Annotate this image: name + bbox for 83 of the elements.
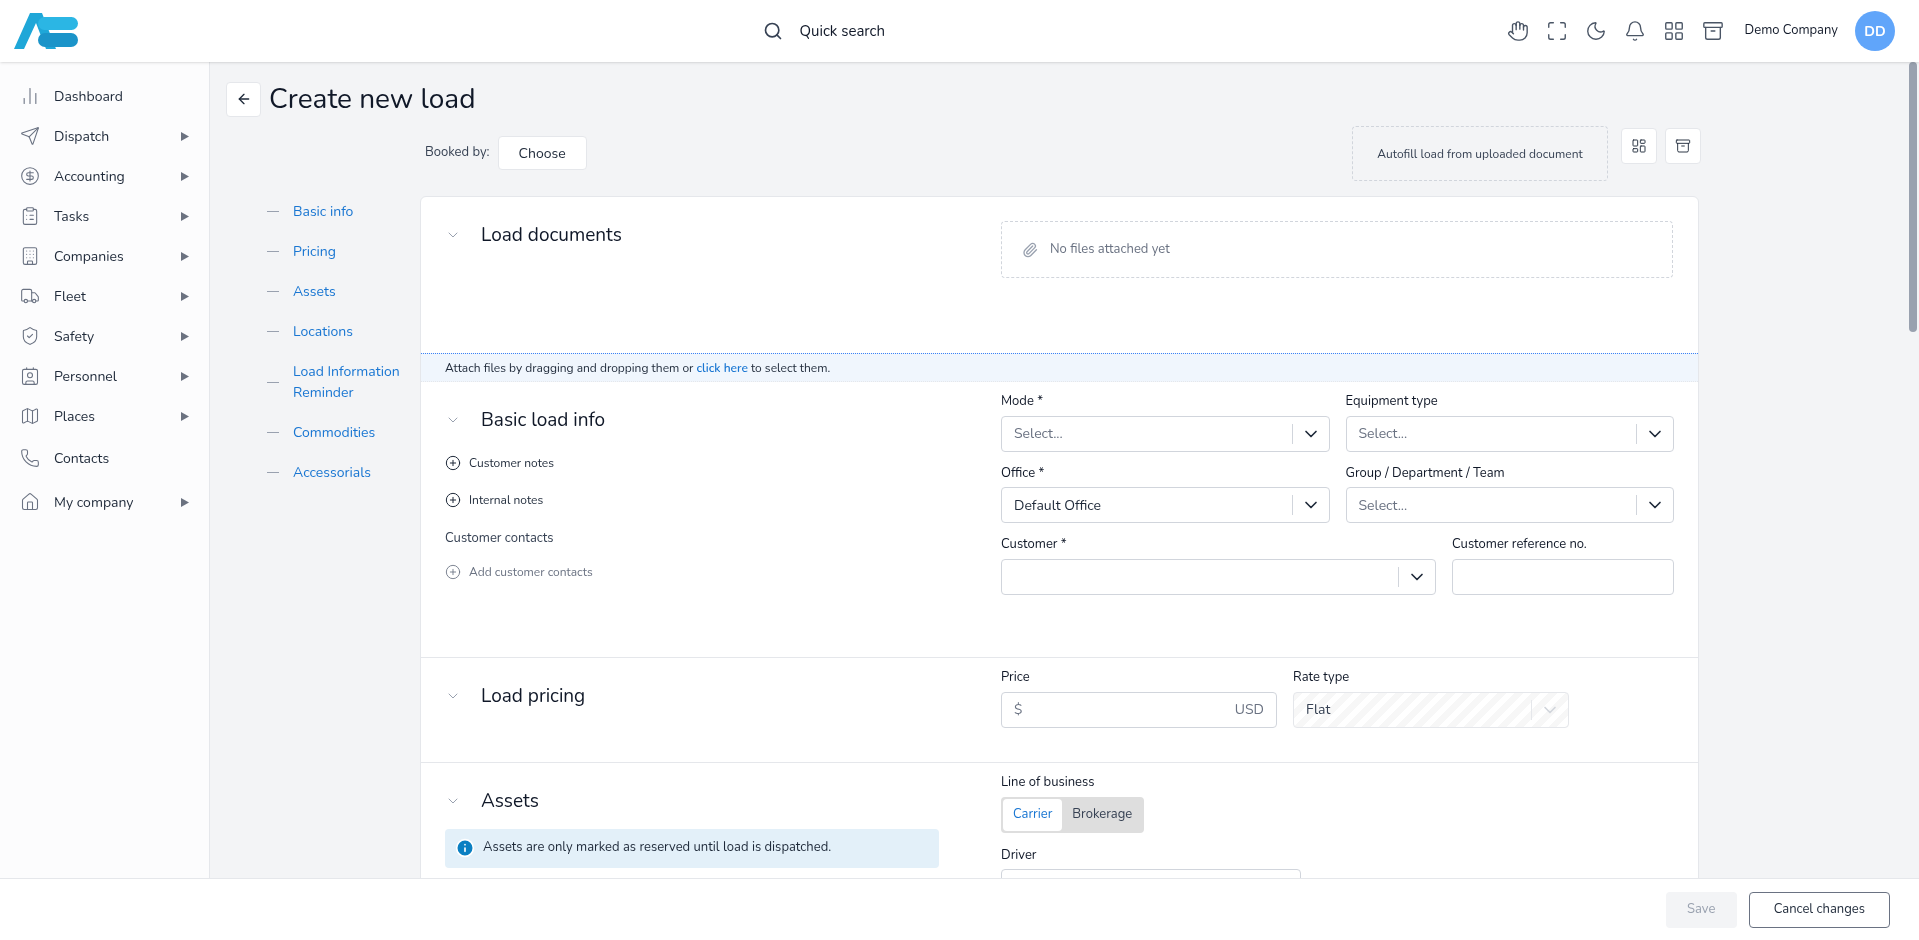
layout-icon (1631, 138, 1647, 154)
add-contacts-button[interactable]: Add customer contacts (445, 563, 1001, 581)
segment-option[interactable]: Carrier (1003, 798, 1063, 831)
sidebar-item-icon (20, 286, 40, 306)
booked-by-label: Booked by: (425, 143, 490, 163)
paperclip-icon (1022, 241, 1038, 258)
bell-icon[interactable] (1623, 20, 1646, 42)
fullscreen-icon[interactable] (1545, 20, 1568, 42)
company-name[interactable]: Demo Company (1744, 21, 1838, 41)
select-field[interactable]: Select... (1345, 415, 1674, 452)
plus-circle-icon (445, 564, 461, 580)
sidebar-item-icon (20, 366, 40, 386)
select-field[interactable] (1001, 558, 1436, 595)
section-nav-link[interactable]: Basic info (293, 201, 415, 222)
field-label: Price (1001, 668, 1031, 688)
autofill-dropzone[interactable]: Autofill load from uploaded document (1352, 126, 1608, 181)
click-here-link[interactable]: click here (696, 359, 748, 376)
section-nav-link[interactable]: Load Information Reminder (293, 361, 415, 403)
sidebar-item[interactable]: Dashboard (0, 76, 209, 116)
sidebar-item-icon (20, 246, 40, 266)
sidebar-item-icon (20, 492, 40, 512)
sidebar-item-icon (20, 206, 40, 226)
sidebar-item[interactable]: Tasks (0, 196, 209, 236)
layout-button[interactable] (1621, 128, 1657, 164)
add-note-button[interactable]: Internal notes (445, 490, 1001, 509)
section-title: Load pricing (481, 682, 586, 711)
sidebar-item-icon (20, 326, 40, 346)
field-label: Customer * (1001, 535, 1068, 555)
field-label: Rate type (1293, 668, 1351, 688)
archive-button[interactable] (1665, 128, 1701, 164)
section-nav-link[interactable]: Assets (293, 281, 415, 302)
sidebar-item[interactable]: My company (0, 480, 209, 524)
moon-icon[interactable] (1584, 20, 1607, 42)
archive-icon[interactable] (1701, 20, 1724, 42)
sidebar-item[interactable]: Safety (0, 316, 209, 356)
field-label: Equipment type (1345, 392, 1439, 412)
sidebar-item-icon (20, 166, 40, 186)
cancel-button[interactable]: Cancel changes (1748, 891, 1890, 928)
sidebar-item[interactable]: Dispatch (0, 116, 209, 156)
customer-contacts-label: Customer contacts (445, 528, 555, 548)
section-title: Load documents (481, 221, 622, 250)
plus-circle-icon (445, 454, 461, 471)
select-field[interactable]: Select... (1345, 487, 1674, 523)
info-banner: Assets are only marked as reserved until load is dispatched. (445, 828, 939, 868)
sidebar-item[interactable]: Personnel (0, 356, 209, 396)
sidebar-item[interactable]: Companies (0, 236, 209, 276)
choose-button[interactable]: Choose (497, 136, 587, 170)
hand-icon[interactable] (1506, 20, 1529, 42)
section-nav-link[interactable]: Locations (293, 321, 415, 342)
files-dropzone[interactable]: No files attached yet (1001, 221, 1673, 278)
sidebar-item[interactable]: Contacts (0, 436, 209, 480)
select-field[interactable]: Default Office (1001, 487, 1330, 523)
sidebar-item-icon (20, 126, 40, 146)
section-title: Assets (481, 787, 539, 816)
sidebar-item[interactable]: Accounting (0, 156, 209, 196)
field-label: Office * (1001, 463, 1046, 483)
back-button[interactable] (226, 81, 261, 117)
segment-option[interactable]: Brokerage (1062, 798, 1143, 831)
quick-search-link[interactable]: Quick search (799, 19, 886, 43)
sidebar-item[interactable]: Fleet (0, 276, 209, 316)
archive-icon (1675, 138, 1691, 154)
search-icon[interactable] (763, 21, 784, 41)
sidebar-item[interactable]: Places (0, 396, 209, 436)
section-title: Basic load info (481, 406, 606, 435)
field-label: Line of business (1001, 773, 1096, 793)
field-label: Customer reference no. (1452, 535, 1588, 555)
plus-circle-icon (445, 491, 461, 508)
field-label: Group / Department / Team (1345, 463, 1506, 483)
select-field[interactable]: Select... (1001, 415, 1330, 452)
section-nav-link[interactable]: Commodities (293, 422, 415, 443)
price-field[interactable]: $ USD (1001, 691, 1277, 728)
input-field[interactable] (1452, 558, 1674, 595)
sidebar-item-icon (20, 448, 40, 468)
page-title: Create new load (269, 79, 476, 120)
field-label: Driver (1001, 845, 1038, 865)
add-note-button[interactable]: Customer notes (445, 453, 1001, 472)
grid-icon[interactable] (1662, 20, 1685, 42)
sidebar-item-icon (20, 406, 40, 426)
section-nav-link[interactable]: Accessorials (293, 462, 415, 483)
field-label: Mode * (1001, 392, 1045, 412)
info-icon (455, 838, 475, 858)
section-nav-link[interactable]: Pricing (293, 241, 415, 262)
attach-hint: Attach files by dragging and dropping them or click here to select them. (445, 358, 831, 377)
